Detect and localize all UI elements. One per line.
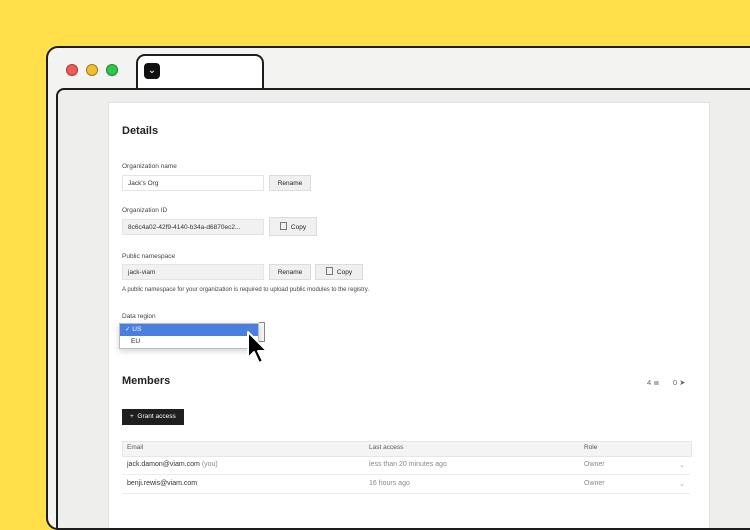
data-region-dropdown[interactable]: ✓ US EU: [119, 323, 259, 349]
org-id-label: Organization ID: [122, 207, 168, 214]
column-role[interactable]: Role: [584, 444, 597, 451]
member-email: jack.damon@viam.com (you): [127, 461, 218, 468]
window-controls: [66, 64, 118, 76]
minimize-window-button[interactable]: [86, 64, 98, 76]
chevron-down-icon[interactable]: ⌄: [679, 461, 685, 469]
mouse-cursor-icon: [247, 331, 268, 364]
members-heading: Members: [122, 375, 171, 387]
copy-icon: [325, 267, 333, 275]
plus-icon: +: [130, 413, 134, 420]
copy-org-id-label: Copy: [290, 224, 307, 231]
copy-namespace-button[interactable]: Copy: [315, 264, 363, 280]
grant-access-button[interactable]: + Grant access: [122, 409, 184, 425]
close-window-button[interactable]: [66, 64, 78, 76]
copy-namespace-label: Copy: [336, 269, 353, 276]
browser-window: ⌄ Details Organization name Jack's Org R…: [46, 46, 750, 530]
member-last-access: less than 20 minutes ago: [369, 461, 447, 468]
send-icon: ➤: [679, 378, 686, 387]
member-last-access: 16 hours ago: [369, 480, 410, 487]
chevron-down-icon[interactable]: ⌄: [679, 480, 685, 488]
viam-logo-icon: ⌄: [144, 63, 160, 79]
page-content: Details Organization name Jack's Org Ren…: [56, 88, 750, 528]
copy-icon: [279, 222, 287, 230]
checkmark-icon: ✓: [125, 326, 131, 333]
maximize-window-button[interactable]: [106, 64, 118, 76]
namespace-input[interactable]: jack-viam: [122, 264, 264, 280]
column-email[interactable]: Email: [127, 444, 143, 451]
members-table-header: [122, 441, 692, 457]
invite-count: 0 ➤: [673, 378, 686, 387]
region-option-us[interactable]: ✓ US: [120, 324, 258, 336]
column-last-access[interactable]: Last access: [369, 444, 403, 451]
namespace-label: Public namespace: [122, 253, 176, 260]
rename-namespace-button[interactable]: Rename: [269, 264, 311, 280]
rename-org-button[interactable]: Rename: [269, 175, 311, 191]
region-option-eu[interactable]: EU: [120, 336, 258, 348]
browser-tab[interactable]: ⌄: [136, 54, 264, 90]
member-count: 4 ≣: [647, 378, 660, 387]
org-name-label: Organization name: [122, 163, 177, 170]
you-tag: (you): [201, 461, 218, 468]
people-icon: ≣: [653, 378, 660, 387]
org-id-value: 8c6c4a02-42f9-4140-b34a-d6870ec2...: [122, 219, 264, 235]
settings-panel: Details Organization name Jack's Org Ren…: [108, 102, 710, 528]
member-role-select[interactable]: Owner: [584, 461, 605, 468]
member-email: benji.rewis@viam.com: [127, 480, 198, 487]
copy-org-id-button[interactable]: Copy: [269, 217, 317, 236]
member-role-select[interactable]: Owner: [584, 480, 605, 487]
details-heading: Details: [122, 125, 159, 137]
org-name-input[interactable]: Jack's Org: [122, 175, 264, 191]
namespace-hint: A public namespace for your organization…: [122, 287, 370, 293]
data-region-label: Data region: [122, 313, 156, 320]
